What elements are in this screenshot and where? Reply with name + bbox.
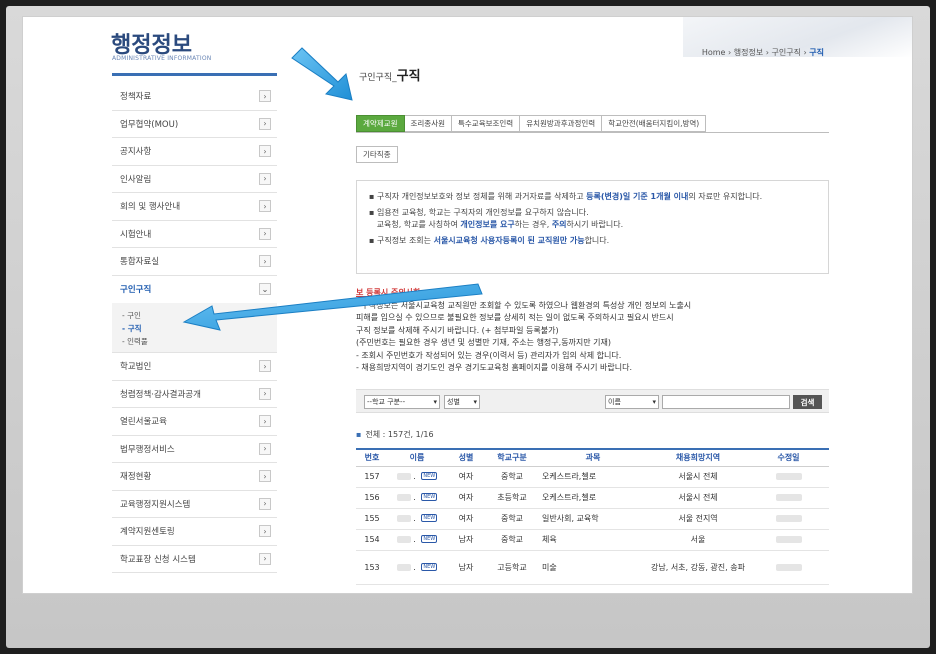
notice-box: ▪ 구직자 개인정보보호와 정보 정체를 위해 과거자료를 삭제하고 등록(변경… xyxy=(356,180,829,274)
breadcrumb-item[interactable]: 구인구직 xyxy=(772,48,801,57)
search-field-select[interactable]: 이름 ▾ xyxy=(605,395,659,409)
sidebar-item[interactable]: 열린서울교육 › xyxy=(112,408,277,436)
table-row[interactable]: 156 . NEW 여자 초등학교 오케스트라,첼로 서울시 전체 xyxy=(356,487,829,509)
redacted-date xyxy=(775,515,802,522)
tab-other[interactable]: 기타직종 xyxy=(356,146,398,163)
chevron-right-icon: › xyxy=(259,117,271,130)
chevron-down-icon: ▾ xyxy=(433,398,437,406)
new-badge: NEW xyxy=(421,493,438,501)
sidebar-item[interactable]: 학교법인 › xyxy=(112,353,277,381)
sidebar-item[interactable]: 청렴정책·감사결과공개 › xyxy=(112,381,277,408)
breadcrumb-item[interactable]: 행정정보 xyxy=(734,48,763,57)
chevron-right-icon: › xyxy=(259,387,271,400)
school-type-select[interactable]: --학교 구분-- ▾ xyxy=(364,395,440,409)
tab-school-safety[interactable]: 학교안전(배움터지킴이,방역) xyxy=(602,115,707,132)
section-title-bar xyxy=(112,73,277,76)
chevron-right-icon: › xyxy=(259,255,271,268)
sidebar-item[interactable]: 교육행정지원시스템 › xyxy=(112,491,277,518)
new-badge: NEW xyxy=(421,562,438,571)
sidebar-item[interactable]: 재정현황 › xyxy=(112,463,277,491)
sidebar-submenu: - 구인 - 구직 - 인력풀 xyxy=(112,303,277,353)
submenu-item-job-seek[interactable]: - 구직 xyxy=(122,322,277,335)
chevron-right-icon: › xyxy=(259,552,271,565)
chevron-right-icon: › xyxy=(259,470,271,483)
new-badge: NEW xyxy=(421,535,438,543)
tab-contract-teacher[interactable]: 계약제교원 xyxy=(356,115,405,132)
redacted-date xyxy=(775,563,802,571)
tab-divider xyxy=(356,132,829,133)
table-header-row: 번호 이름 성별 학교구분 과목 채용희망지역 수정일 xyxy=(356,449,829,466)
tab-cook[interactable]: 조리종사원 xyxy=(404,115,452,132)
submenu-item-talent-pool[interactable]: - 인력풀 xyxy=(122,335,277,348)
chevron-right-icon: › xyxy=(259,525,271,538)
job-seeker-table: 번호 이름 성별 학교구분 과목 채용희망지역 수정일 157 . NEW 여자… xyxy=(356,448,829,585)
sidebar-item[interactable]: 공지사항 › xyxy=(112,138,277,166)
sidebar-item-job-search[interactable]: 구인구직 ⌄ xyxy=(112,276,277,304)
chevron-right-icon: › xyxy=(259,227,271,240)
redacted-date xyxy=(775,536,802,543)
redacted-date xyxy=(775,494,802,501)
chevron-right-icon: › xyxy=(259,415,271,428)
sidebar-item[interactable]: 정책자료 › xyxy=(112,83,277,111)
search-bar: --학교 구분-- ▾ 성별 ▾ 이름 ▾ 검색 xyxy=(356,389,829,413)
chevron-right-icon: › xyxy=(259,200,271,213)
tab-special-ed[interactable]: 특수교육보조인력 xyxy=(452,115,521,132)
sidebar-item[interactable]: 업무협약(MOU) › xyxy=(112,111,277,138)
category-tabs: 계약제교원 조리종사원 특수교육보조인력 유치원방과후과정인력 학교안전(배움터… xyxy=(356,115,707,132)
warning-notes: 보 등록시 주의사항 - 구직정보는 서울시교육청 교직원만 조회할 수 있도록… xyxy=(356,287,829,375)
table-row[interactable]: 154 . NEW 남자 중학교 체육 서울 xyxy=(356,529,829,551)
redacted-date xyxy=(775,473,802,480)
table-row[interactable]: 157 . NEW 여자 중학교 오케스트라,첼로 서울시 전체 xyxy=(356,466,829,488)
sidebar-item[interactable]: 법무행정서비스 › xyxy=(112,436,277,463)
chevron-right-icon: › xyxy=(259,172,271,185)
search-input[interactable] xyxy=(662,395,790,409)
sidebar-item[interactable]: 인사알림 › xyxy=(112,166,277,193)
sidebar: 정책자료 › 업무협약(MOU) › 공지사항 › 인사알림 › 회의 및 행사안내 › … xyxy=(112,83,277,573)
sidebar-item[interactable]: 학교표장 신청 시스템 › xyxy=(112,546,277,573)
breadcrumb: Home › 행정정보 › 구인구직 › 구직 xyxy=(701,48,824,57)
gender-select[interactable]: 성별 ▾ xyxy=(444,395,480,409)
warning-title: 보 등록시 주의사항 xyxy=(356,288,421,297)
sidebar-item[interactable]: 회의 및 행사안내 › xyxy=(112,193,277,221)
new-badge: NEW xyxy=(421,514,438,522)
breadcrumb-current: 구직 xyxy=(809,48,824,57)
chevron-right-icon: › xyxy=(259,145,271,158)
redacted-name xyxy=(396,563,411,571)
redacted-name xyxy=(396,536,411,543)
submenu-item-recruit[interactable]: - 구인 xyxy=(122,309,277,322)
sidebar-item[interactable]: 계약지원센토링 › xyxy=(112,518,277,546)
chevron-right-icon: › xyxy=(259,442,271,455)
chevron-right-icon: › xyxy=(259,497,271,510)
sidebar-item[interactable]: 시험안내 › xyxy=(112,221,277,248)
sidebar-item[interactable]: 통합자료실 › xyxy=(112,248,277,276)
tab-kindergarten[interactable]: 유치원방과후과정인력 xyxy=(520,115,603,132)
breadcrumb-home[interactable]: Home xyxy=(702,48,726,57)
new-badge: NEW xyxy=(421,472,438,480)
redacted-name xyxy=(396,494,411,501)
total-count: ▪ 전체 : 157건, 1/16 xyxy=(356,430,434,439)
chevron-down-icon: ▾ xyxy=(652,398,656,406)
redacted-name xyxy=(396,515,411,522)
chevron-right-icon: › xyxy=(259,360,271,373)
table-row[interactable]: 153 . NEW 남자 고등학교 미술 강남, 서초, 강동, 광진, 송파 xyxy=(356,550,829,585)
web-page: 행정정보 ADMINISTRATIVE INFORMATION 정책자료 › 업무… xyxy=(22,16,913,594)
chevron-down-icon: ▾ xyxy=(473,398,477,406)
chevron-right-icon: › xyxy=(259,90,271,103)
search-button[interactable]: 검색 xyxy=(793,395,822,409)
redacted-name xyxy=(396,473,411,480)
page-title: 구인구직_구직 xyxy=(359,69,421,84)
table-row[interactable]: 155 . NEW 여자 중학교 일반사회, 교육학 서울 전지역 xyxy=(356,508,829,530)
section-subtitle: ADMINISTRATIVE INFORMATION xyxy=(112,55,212,62)
chevron-down-icon: ⌄ xyxy=(259,283,271,296)
